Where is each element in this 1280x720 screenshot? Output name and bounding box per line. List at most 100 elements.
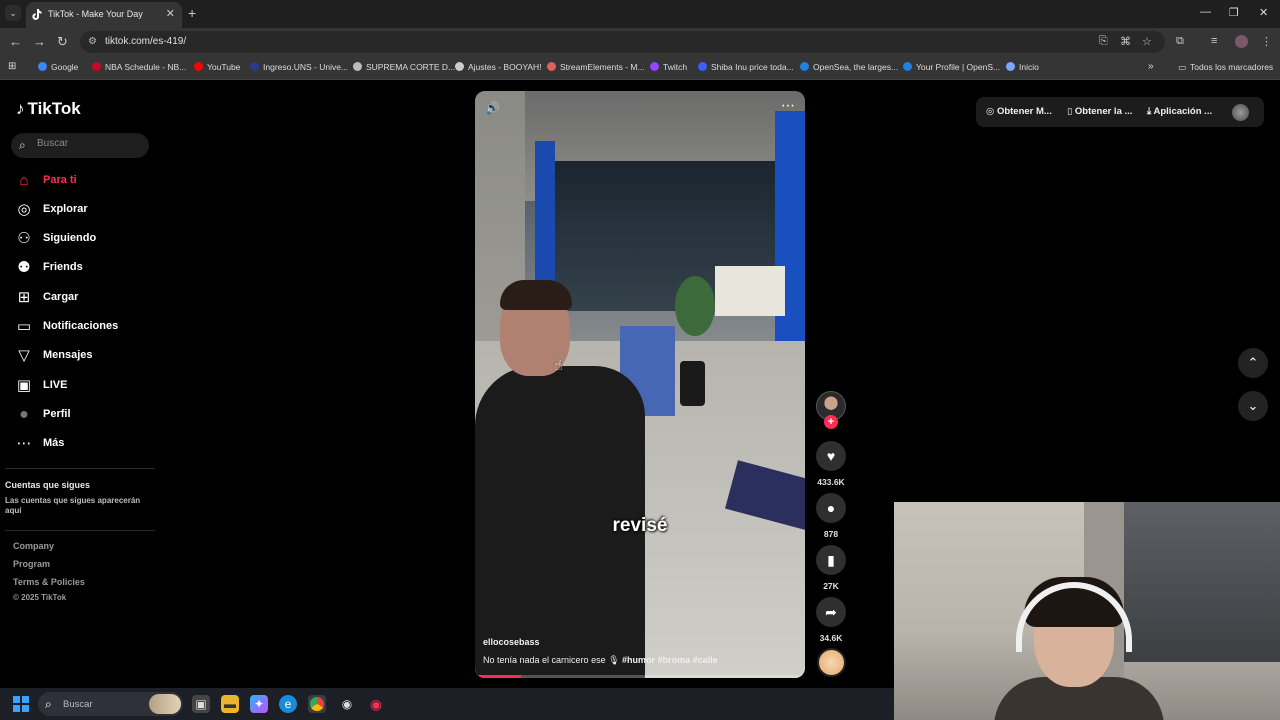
previous-video-button[interactable]: ⌃ [1238, 348, 1268, 378]
browser-tab[interactable]: TikTok - Make Your Day ✕ [26, 2, 182, 28]
video-more-options-icon[interactable]: ⋯ [781, 97, 795, 114]
tiktok-logo[interactable]: ♪ TikTok [16, 99, 81, 119]
follow-plus-button[interactable]: + [824, 415, 838, 429]
tab-title: TikTok - Make Your Day [48, 9, 143, 19]
sidebar-item-explorar[interactable]: ◎ Explorar [15, 200, 155, 222]
friends-icon: ⚉ [17, 259, 31, 276]
user-avatar[interactable] [1232, 104, 1249, 121]
sidebar-item-friends[interactable]: ⚉ Friends [15, 258, 155, 280]
volume-icon[interactable]: 🔊 [485, 101, 500, 115]
sidebar-item-cargar[interactable]: ⊞ Cargar [15, 288, 155, 310]
share-action[interactable]: ➦ 34.6K [816, 597, 846, 643]
footer-link-terms[interactable]: Terms & Policies [13, 577, 85, 587]
site-info-icon[interactable]: ⚙ [88, 36, 97, 47]
sidebar-item-perfil[interactable]: ● Perfil [15, 405, 155, 427]
address-bar[interactable]: ⚙ tiktok.com/es-419/ [80, 31, 1165, 53]
search-icon: ⌕ [19, 138, 26, 152]
footer-link-company[interactable]: Company [13, 541, 54, 551]
sidebar-item-mensajes[interactable]: ▽ Mensajes [15, 346, 155, 368]
extensions-icon[interactable]: ⧉ [1176, 35, 1184, 48]
windows-start-icon[interactable] [13, 696, 29, 712]
hashtag-link[interactable]: #humor [622, 655, 655, 665]
task-view-icon[interactable]: ▣ [192, 695, 210, 713]
edge-icon[interactable]: e [279, 695, 297, 713]
search-input[interactable] [37, 138, 137, 149]
sidebar-item-label: Explorar [43, 203, 88, 215]
bookmark-item[interactable]: YouTube [194, 62, 240, 72]
media-controls-icon[interactable]: ≡ [1211, 35, 1217, 47]
like-action[interactable]: ♥ 433.6K [816, 441, 846, 487]
close-window-icon[interactable]: ✕ [1259, 6, 1268, 19]
bookmark-item[interactable]: SUPREMA CORTE D... [353, 62, 455, 72]
taskbar-search[interactable]: ⌕ Buscar [38, 692, 183, 716]
bookmark-item[interactable]: OpenSea, the larges... [800, 62, 898, 72]
messages-icon: ▽ [18, 347, 30, 364]
heart-icon[interactable]: ♥ [816, 441, 846, 471]
sidebar-item-para-ti[interactable]: ⌂ Para ti [15, 171, 155, 193]
get-coins-button[interactable]: ◎ Obtener M... [986, 106, 1052, 117]
save-action[interactable]: ▮ 27K [816, 545, 846, 591]
sidebar-item-label: Perfil [43, 408, 71, 420]
new-tab-button[interactable]: + [188, 5, 196, 21]
file-explorer-icon[interactable]: ▬ [221, 695, 239, 713]
bookmark-item[interactable]: Inicio [1006, 62, 1039, 72]
share-icon[interactable]: ➦ [816, 597, 846, 627]
video-author[interactable]: ellocosebass [483, 637, 540, 647]
chevron-up-icon: ⌃ [1247, 355, 1259, 370]
mouse-cursor-icon: ☝ [554, 357, 563, 373]
taskbar-search-label: Buscar [63, 699, 93, 710]
recording-app-icon[interactable]: ◉ [367, 695, 385, 713]
bookmark-item[interactable]: Shiba Inu price toda... [698, 62, 794, 72]
hashtag-link[interactable]: #broma [658, 655, 691, 665]
bookmark-item[interactable]: Your Profile | OpenS... [903, 62, 1000, 72]
sidebar-item-más[interactable]: ⋯ Más [15, 434, 155, 456]
browser-menu-icon[interactable]: ⋮ [1261, 35, 1272, 48]
bookmark-item[interactable]: StreamElements - M... [547, 62, 645, 72]
back-icon[interactable]: ← [9, 34, 22, 49]
hashtag-link[interactable]: #calle [693, 655, 718, 665]
bookmark-item[interactable]: Google [38, 62, 78, 72]
bookmark-item[interactable]: Ingreso.UNS - Unive... [250, 62, 348, 72]
reload-icon[interactable]: ↻ [57, 34, 68, 50]
apps-grid-icon[interactable]: ⊞ [8, 61, 16, 72]
obs-icon[interactable]: ◉ [338, 695, 356, 713]
music-disc-icon[interactable] [817, 648, 846, 677]
next-video-button[interactable]: ⌄ [1238, 391, 1268, 421]
more-icon: ⋯ [16, 435, 32, 452]
restore-icon[interactable]: ❐ [1229, 6, 1239, 19]
bookmark-icon[interactable]: ▮ [816, 545, 846, 575]
translate-icon[interactable]: ⌘ [1120, 35, 1131, 48]
forward-icon[interactable]: → [33, 34, 46, 49]
tiktok-favicon-icon [32, 9, 42, 20]
profile-icon: ● [19, 406, 29, 423]
sidebar-item-live[interactable]: ▣ LIVE [15, 376, 155, 398]
sidebar-item-notificaciones[interactable]: ▭ Notificaciones [15, 317, 155, 339]
bookmark-item[interactable]: Ajustes - BOOYAH! [455, 62, 542, 72]
chrome-icon[interactable] [308, 695, 326, 713]
video-player[interactable]: 🔊 ⋯ revisé ellocosebass No tenía nada el… [475, 91, 805, 678]
close-tab-icon[interactable]: ✕ [166, 7, 175, 20]
search-bar[interactable]: ⌕ [11, 133, 149, 158]
desktop-app-button[interactable]: ⤓ Aplicación ... [1147, 106, 1212, 117]
bookmark-star-icon[interactable]: ☆ [1142, 35, 1152, 48]
footer-link-program[interactable]: Program [13, 559, 50, 569]
comment-icon[interactable]: ● [816, 493, 846, 523]
install-app-icon[interactable]: ⎘ [1099, 35, 1108, 48]
tab-search-button[interactable]: ⌄ [5, 5, 21, 21]
like-count: 433.6K [817, 477, 845, 487]
bookmark-item[interactable]: Twitch [650, 62, 687, 72]
bookmark-item[interactable]: NBA Schedule - NB... [92, 62, 186, 72]
sidebar-item-siguiendo[interactable]: ⚇ Siguiendo [15, 229, 155, 251]
copyright-text: © 2025 TikTok [13, 593, 67, 602]
more-bookmarks-icon[interactable]: » [1148, 61, 1154, 72]
copilot-icon[interactable]: ✦ [250, 695, 268, 713]
browser-profile-avatar[interactable] [1235, 35, 1248, 48]
all-bookmarks-folder[interactable]: ▭ Todos los marcadores [1178, 62, 1273, 73]
minimize-icon[interactable]: — [1200, 6, 1211, 18]
get-app-button[interactable]: ▯ Obtener la ... [1067, 106, 1132, 117]
save-count: 27K [823, 581, 839, 591]
share-count: 34.6K [819, 633, 843, 643]
comment-action[interactable]: ● 878 [816, 493, 846, 539]
sidebar-item-label: Mensajes [43, 349, 93, 361]
video-progress-bar[interactable] [475, 675, 805, 678]
